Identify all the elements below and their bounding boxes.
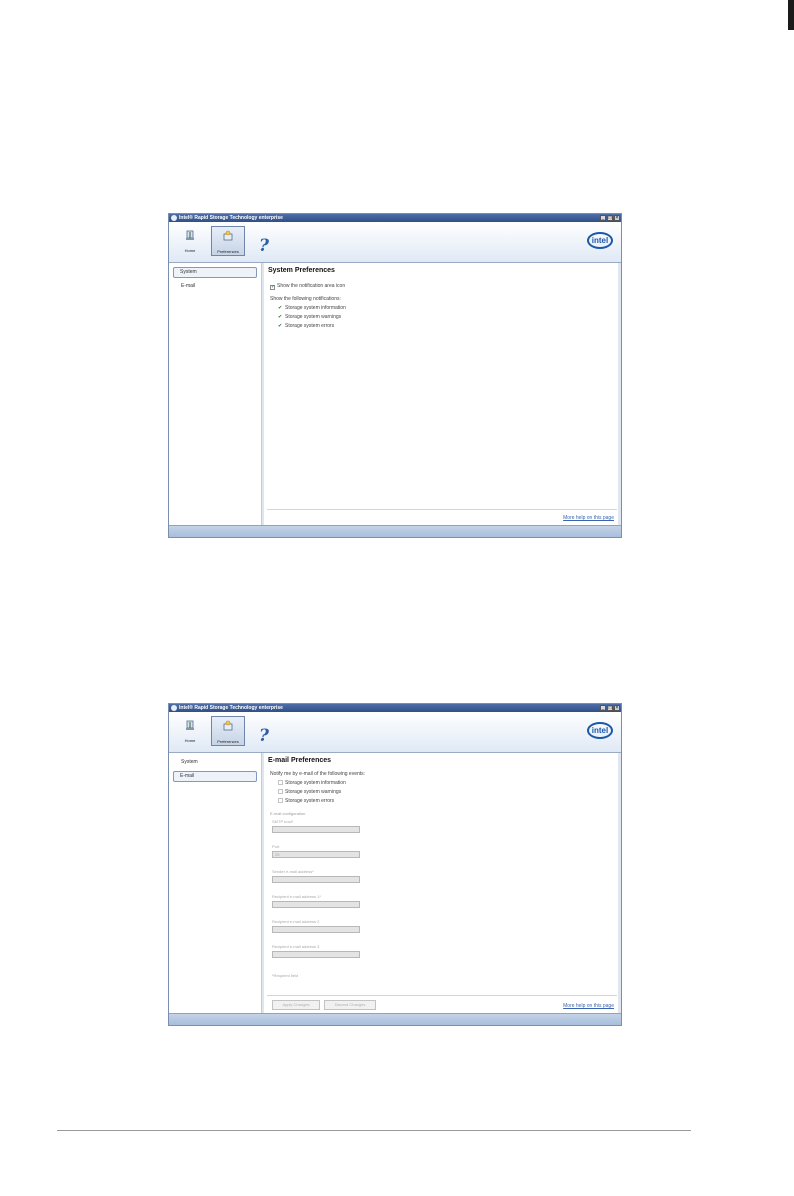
home-icon bbox=[186, 230, 194, 240]
minimize-button[interactable]: _ bbox=[600, 705, 606, 711]
more-help-link[interactable]: More help on this page bbox=[563, 1003, 614, 1009]
email-event-information[interactable]: Storage system information bbox=[278, 780, 346, 786]
home-icon bbox=[186, 720, 194, 730]
port-label: Port bbox=[272, 844, 280, 849]
recipient-email-3-label: Recipient e-mail address 3 bbox=[272, 944, 320, 949]
sidebar-item-email[interactable]: E-mail bbox=[173, 281, 257, 292]
sidebar-item-label: E-mail bbox=[180, 773, 195, 779]
event-checkbox[interactable] bbox=[278, 798, 283, 803]
window-controls: _ □ × bbox=[600, 705, 620, 711]
maximize-button[interactable]: □ bbox=[607, 215, 613, 221]
event-label: Storage system information bbox=[285, 780, 346, 786]
email-preferences-panel: E-mail Preferences Notify me by e-mail o… bbox=[264, 753, 618, 1015]
minimize-button[interactable]: _ bbox=[600, 215, 606, 221]
smtp-host-label: SMTP host* bbox=[272, 819, 294, 824]
window-title: Intel® Rapid Storage Technology enterpri… bbox=[179, 215, 283, 221]
email-event-warnings[interactable]: Storage system warnings bbox=[278, 789, 341, 795]
show-icon-checkbox[interactable]: ✓ bbox=[270, 285, 275, 290]
maximize-button[interactable]: □ bbox=[607, 705, 613, 711]
recipient-email-1-label: Recipient e-mail address 1* bbox=[272, 894, 321, 899]
show-icon-option[interactable]: ✓ Show the notification area icon bbox=[270, 283, 345, 290]
port-input[interactable]: 25 bbox=[272, 851, 360, 858]
system-preferences-panel: System Preferences ✓ Show the notificatio… bbox=[264, 263, 618, 525]
notification-option-errors[interactable]: ✔ Storage system errors bbox=[278, 323, 334, 329]
page-edge-mark bbox=[788, 0, 794, 30]
status-bar bbox=[169, 525, 621, 537]
preferences-icon bbox=[223, 230, 233, 241]
sidebar-item-system[interactable]: System bbox=[173, 757, 257, 768]
title-bar[interactable]: Intel® Rapid Storage Technology enterpri… bbox=[169, 704, 621, 712]
recipient-email-1-input[interactable] bbox=[272, 901, 360, 908]
check-icon: ✔ bbox=[278, 323, 283, 329]
page-title: E-mail Preferences bbox=[268, 757, 332, 764]
home-label: Home bbox=[184, 248, 196, 253]
content-divider bbox=[267, 995, 617, 996]
status-bar bbox=[169, 1013, 621, 1025]
apply-changes-button[interactable]: Apply Changes bbox=[272, 1000, 320, 1010]
preferences-button[interactable]: Preferences bbox=[211, 716, 245, 746]
email-config-heading: E-mail configuration bbox=[270, 811, 306, 816]
discard-changes-button[interactable]: Discard Changes bbox=[324, 1000, 376, 1010]
footer-rule bbox=[57, 1130, 691, 1131]
preferences-label: Preferences bbox=[217, 249, 239, 254]
sidebar: System E-mail bbox=[169, 753, 262, 1015]
smtp-host-input[interactable] bbox=[272, 826, 360, 833]
home-label: Home bbox=[184, 738, 196, 743]
content-divider bbox=[267, 509, 617, 510]
required-field-note: *Required field bbox=[272, 973, 299, 978]
sidebar-item-system[interactable]: System bbox=[173, 267, 257, 278]
home-button[interactable]: Home bbox=[175, 226, 205, 256]
email-event-errors[interactable]: Storage system errors bbox=[278, 798, 334, 804]
intel-logo: intel bbox=[587, 722, 613, 739]
sidebar: System E-mail bbox=[169, 263, 262, 525]
home-button[interactable]: Home bbox=[175, 716, 205, 746]
event-checkbox[interactable] bbox=[278, 780, 283, 785]
notify-heading: Notify me by e-mail of the following eve… bbox=[270, 771, 366, 777]
toolbar: Home Preferences ? intel bbox=[169, 712, 621, 753]
sender-email-input[interactable] bbox=[272, 876, 360, 883]
close-button[interactable]: × bbox=[614, 705, 620, 711]
preferences-label: Preferences bbox=[217, 739, 239, 744]
app-window-email-preferences: Intel® Rapid Storage Technology enterpri… bbox=[168, 703, 622, 1026]
sidebar-item-email[interactable]: E-mail bbox=[173, 771, 257, 782]
event-label: Storage system errors bbox=[285, 798, 335, 804]
check-icon: ✔ bbox=[278, 305, 283, 311]
intel-logo: intel bbox=[587, 232, 613, 249]
close-button[interactable]: × bbox=[614, 215, 620, 221]
window-title: Intel® Rapid Storage Technology enterpri… bbox=[179, 705, 283, 711]
window-controls: _ □ × bbox=[600, 215, 620, 221]
notification-label: Storage system errors bbox=[285, 323, 335, 329]
sidebar-item-label: System bbox=[181, 759, 198, 765]
notification-label: Storage system information bbox=[285, 305, 346, 311]
more-help-link[interactable]: More help on this page bbox=[563, 515, 614, 521]
app-icon bbox=[171, 215, 177, 221]
event-label: Storage system warnings bbox=[285, 789, 342, 795]
sidebar-item-label: E-mail bbox=[181, 283, 196, 289]
notification-option-information[interactable]: ✔ Storage system information bbox=[278, 305, 346, 311]
sidebar-item-label: System bbox=[180, 269, 197, 275]
help-icon[interactable]: ? bbox=[259, 728, 269, 745]
recipient-email-2-input[interactable] bbox=[272, 926, 360, 933]
toolbar: Home Preferences ? intel bbox=[169, 222, 621, 263]
notifications-heading: Show the following notifications: bbox=[270, 296, 341, 302]
title-bar[interactable]: Intel® Rapid Storage Technology enterpri… bbox=[169, 214, 621, 222]
preferences-button[interactable]: Preferences bbox=[211, 226, 245, 256]
recipient-email-3-input[interactable] bbox=[272, 951, 360, 958]
page-title: System Preferences bbox=[268, 267, 335, 274]
sender-email-label: Sender e-mail address* bbox=[272, 869, 314, 874]
notification-label: Storage system warnings bbox=[285, 314, 342, 320]
app-window-system-preferences: Intel® Rapid Storage Technology enterpri… bbox=[168, 213, 622, 538]
event-checkbox[interactable] bbox=[278, 789, 283, 794]
recipient-email-2-label: Recipient e-mail address 2 bbox=[272, 919, 320, 924]
app-icon bbox=[171, 705, 177, 711]
check-icon: ✔ bbox=[278, 314, 283, 320]
help-icon[interactable]: ? bbox=[259, 238, 269, 255]
show-icon-label: Show the notification area icon bbox=[277, 283, 346, 289]
preferences-icon bbox=[223, 720, 233, 731]
notification-option-warnings[interactable]: ✔ Storage system warnings bbox=[278, 314, 341, 320]
